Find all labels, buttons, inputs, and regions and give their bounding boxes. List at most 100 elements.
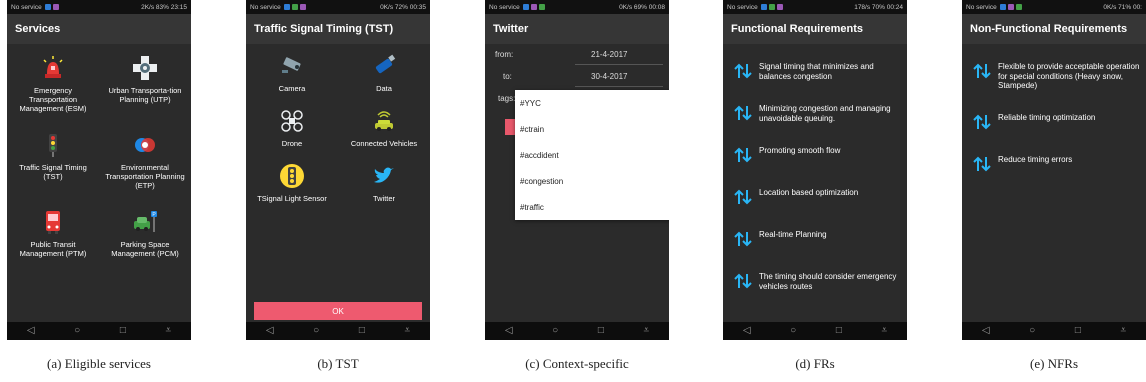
requirement-item[interactable]: Flexible to provide acceptable operation…: [972, 62, 1140, 91]
source-label: Connected Vehicles: [350, 139, 418, 148]
requirement-item[interactable]: Location based optimization: [733, 188, 901, 206]
requirement-item[interactable]: Promoting smooth flow: [733, 146, 901, 164]
back-icon[interactable]: ◁: [505, 326, 513, 336]
requirement-item[interactable]: Reliable timing optimization: [972, 113, 1140, 131]
caption-a: (a) Eligible services: [47, 356, 151, 371]
android-nav-bar: ◁ ○ □ ⩡: [7, 322, 191, 340]
submit-button[interactable]: [505, 119, 515, 135]
requirement-item[interactable]: The timing should consider emergency veh…: [733, 272, 901, 291]
home-icon[interactable]: ○: [74, 326, 80, 336]
source-twitter[interactable]: Twitter: [338, 162, 430, 203]
menu-icon[interactable]: ⩡: [644, 326, 650, 336]
source-label: Data: [376, 84, 392, 93]
traffic-light-icon: [39, 131, 67, 159]
android-nav-bar: ◁ ○ □ ⩡: [723, 322, 907, 340]
menu-icon[interactable]: ⩡: [1121, 326, 1127, 336]
status-right-text: 0K/s 71% 00:: [1103, 3, 1142, 11]
android-nav-bar: ◁ ○ □ ⩡: [485, 322, 669, 340]
services-screen: No service 2K/s 83% 23:15 Services Emerg…: [7, 0, 191, 340]
recent-apps-icon[interactable]: □: [836, 326, 842, 336]
source-data[interactable]: Data: [338, 52, 430, 93]
service-label: Public Transit Management (PTM): [19, 240, 87, 258]
requirement-item[interactable]: Signal timing that minimizes and balance…: [733, 62, 901, 81]
home-icon[interactable]: ○: [552, 326, 558, 336]
service-utp[interactable]: Urban Transporta-tion Planning (UTP): [99, 54, 191, 113]
from-date-field[interactable]: 21-4-2017: [591, 50, 627, 59]
requirement-text: Flexible to provide acceptable operation…: [998, 62, 1140, 91]
twitter-bird-icon: [370, 162, 398, 190]
menu-icon[interactable]: ⩡: [166, 326, 172, 336]
status-bar: No service 178/s 70% 00:24: [723, 0, 907, 14]
swap-arrows-icon: [734, 231, 752, 247]
back-icon[interactable]: ◁: [27, 326, 35, 336]
service-label: Urban Transporta-tion Planning (UTP): [108, 86, 182, 104]
requirement-text: Reduce timing errors: [998, 155, 1073, 164]
requirement-item[interactable]: Reduce timing errors: [972, 155, 1140, 173]
back-icon[interactable]: ◁: [266, 326, 274, 336]
ok-button[interactable]: OK: [254, 302, 422, 320]
source-label: TSignal Light Sensor: [257, 194, 327, 203]
page-title: Services: [7, 14, 191, 44]
bus-icon: [39, 208, 67, 236]
source-signal-light-sensor[interactable]: TSignal Light Sensor: [246, 162, 338, 203]
source-label: Drone: [281, 139, 303, 148]
status-right-text: 178/s 70% 00:24: [854, 3, 903, 11]
recent-apps-icon[interactable]: □: [598, 326, 604, 336]
siren-icon: [39, 54, 67, 82]
swap-arrows-icon: [973, 63, 991, 79]
status-bar: No service 2K/s 83% 23:15: [7, 0, 191, 14]
requirement-text: Signal timing that minimizes and balance…: [759, 62, 874, 81]
caption-c: (c) Context-specific: [525, 356, 629, 371]
service-esm[interactable]: Emergency Transportation Management (ESM…: [7, 54, 99, 113]
service-tst[interactable]: Traffic Signal Timing (TST): [7, 131, 99, 190]
to-date-field[interactable]: 30-4-2017: [591, 72, 627, 81]
android-nav-bar: ◁ ○ □ ⩡: [246, 322, 430, 340]
service-label: Traffic Signal Timing (TST): [19, 163, 87, 181]
carrier-text: No service: [11, 3, 42, 11]
sources-grid: Camera Data Drone Connected Vehicles TSi…: [246, 52, 430, 203]
requirement-item[interactable]: Minimizing congestion and managing unavo…: [733, 104, 901, 123]
recent-apps-icon[interactable]: □: [359, 326, 365, 336]
home-icon[interactable]: ○: [1029, 326, 1035, 336]
service-pcm[interactable]: P Parking Space Management (PCM): [99, 208, 191, 258]
tags-dropdown[interactable]: #YYC #ctrain #accdident #congestion #tra…: [515, 90, 669, 220]
swap-arrows-icon: [734, 147, 752, 163]
tag-option[interactable]: #congestion: [515, 168, 669, 194]
page-title: Traffic Signal Timing (TST): [246, 14, 430, 44]
android-nav-bar: ◁ ○ □ ⩡: [962, 322, 1146, 340]
page-title: Twitter: [485, 14, 669, 44]
tag-option[interactable]: #ctrain: [515, 116, 669, 142]
tag-option[interactable]: #YYC: [515, 90, 669, 116]
back-icon[interactable]: ◁: [982, 326, 990, 336]
swap-arrows-icon: [734, 189, 752, 205]
back-icon[interactable]: ◁: [743, 326, 751, 336]
tag-option[interactable]: #traffic: [515, 194, 669, 220]
home-icon[interactable]: ○: [790, 326, 796, 336]
requirement-text: Real-time Planning: [759, 230, 827, 239]
functional-requirements-screen: No service 178/s 70% 00:24 Functional Re…: [723, 0, 907, 340]
status-right-text: 2K/s 83% 23:15: [141, 3, 187, 11]
signal-light-icon: [278, 162, 306, 190]
source-connected-vehicles[interactable]: Connected Vehicles: [338, 107, 430, 148]
tag-option[interactable]: #accdident: [515, 142, 669, 168]
home-icon[interactable]: ○: [313, 326, 319, 336]
status-right-text: 0K/s 69% 00:08: [619, 3, 665, 11]
service-etp[interactable]: Environmental Transportation Planning (E…: [99, 131, 191, 190]
service-ptm[interactable]: Public Transit Management (PTM): [7, 208, 99, 258]
recent-apps-icon[interactable]: □: [120, 326, 126, 336]
requirement-item[interactable]: Real-time Planning: [733, 230, 901, 248]
source-drone[interactable]: Drone: [246, 107, 338, 148]
menu-icon[interactable]: ⩡: [405, 326, 411, 336]
non-functional-requirements-screen: No service 0K/s 71% 00: Non-Functional R…: [962, 0, 1146, 340]
requirement-text: Reliable timing optimization: [998, 113, 1096, 122]
to-underline: [575, 86, 663, 87]
carrier-text: No service: [966, 3, 997, 11]
service-label: Environmental Transportation Planning (E…: [105, 163, 185, 190]
recent-apps-icon[interactable]: □: [1075, 326, 1081, 336]
tags-label: tags:: [498, 94, 516, 103]
caption-b: (b) TST: [317, 356, 359, 371]
source-camera[interactable]: Camera: [246, 52, 338, 93]
menu-icon[interactable]: ⩡: [882, 326, 888, 336]
carrier-text: No service: [250, 3, 281, 11]
source-label: Twitter: [372, 194, 396, 203]
